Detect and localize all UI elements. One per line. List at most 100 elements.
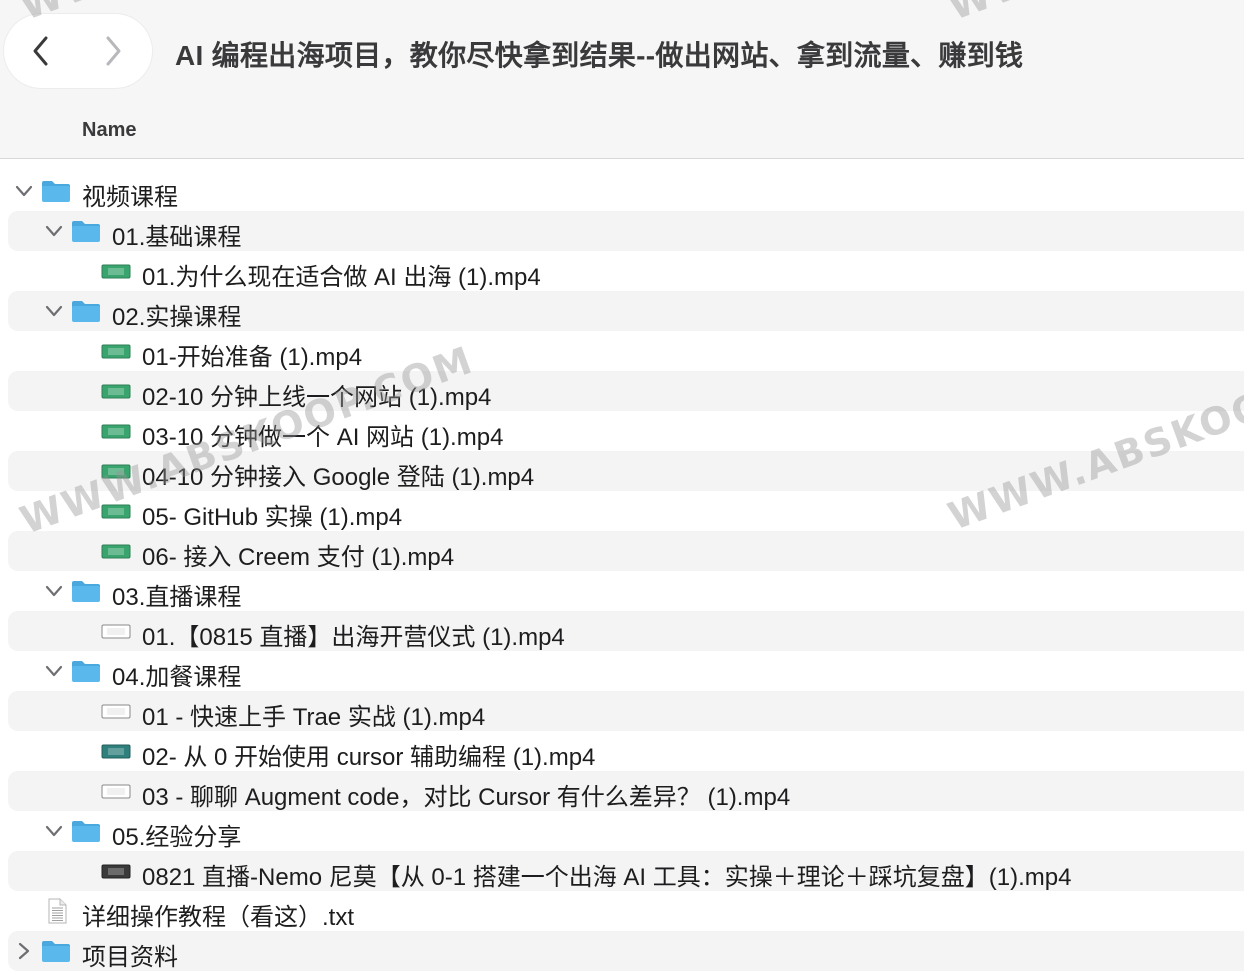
video-file-icon: [101, 424, 131, 439]
row-label: 05.经验分享: [112, 824, 242, 851]
chevron-right-icon: [18, 942, 30, 960]
file-row[interactable]: 03 - 聊聊 Augment code，对比 Cursor 有什么差异？ (1…: [0, 771, 1244, 811]
row-label: 02-10 分钟上线一个网站 (1).mp4: [142, 384, 492, 411]
video-file-icon: [101, 744, 131, 759]
video-file-icon: [101, 784, 131, 799]
chevron-left-icon: [33, 36, 48, 66]
disclosure-toggle[interactable]: [44, 821, 64, 841]
row-icon: [70, 578, 102, 604]
row-label: 01-开始准备 (1).mp4: [142, 344, 363, 371]
chevron-down-icon: [45, 225, 63, 237]
row-icon: [100, 378, 132, 404]
row-label: 02- 从 0 开始使用 cursor 辅助编程 (1).mp4: [142, 744, 596, 771]
row-icon: [100, 338, 132, 364]
video-file-icon: [101, 384, 131, 399]
file-row[interactable]: 01 - 快速上手 Trae 实战 (1).mp4: [0, 691, 1244, 731]
row-label: 01.【0815 直播】出海开营仪式 (1).mp4: [142, 624, 565, 651]
folder-icon: [72, 301, 100, 322]
disclosure-toggle[interactable]: [14, 941, 34, 961]
row-icon: [70, 218, 102, 244]
row-label: 01 - 快速上手 Trae 实战 (1).mp4: [142, 704, 486, 731]
folder-row[interactable]: 项目资料: [0, 931, 1244, 971]
file-row[interactable]: 详细操作教程（看这）.txt: [0, 891, 1244, 931]
row-label: 02.实操课程: [112, 304, 242, 331]
file-row[interactable]: 04-10 分钟接入 Google 登陆 (1).mp4: [0, 451, 1244, 491]
row-icon: [100, 778, 132, 804]
disclosure-toggle[interactable]: [44, 581, 64, 601]
file-row[interactable]: 05- GitHub 实操 (1).mp4: [0, 491, 1244, 531]
row-icon: [100, 498, 132, 524]
row-label: 03.直播课程: [112, 584, 242, 611]
folder-icon: [72, 221, 100, 242]
video-file-icon: [101, 464, 131, 479]
folder-row[interactable]: 视频课程: [0, 171, 1244, 211]
folder-row[interactable]: 01.基础课程: [0, 211, 1244, 251]
row-label: 04-10 分钟接入 Google 登陆 (1).mp4: [142, 464, 535, 491]
file-row[interactable]: 06- 接入 Creem 支付 (1).mp4: [0, 531, 1244, 571]
row-icon: [70, 818, 102, 844]
folder-row[interactable]: 02.实操课程: [0, 291, 1244, 331]
chevron-down-icon: [45, 825, 63, 837]
disclosure-toggle[interactable]: [44, 221, 64, 241]
folder-icon: [72, 581, 100, 602]
file-row[interactable]: 0821 直播-Nemo 尼莫【从 0-1 搭建一个出海 AI 工具：实操＋理论…: [0, 851, 1244, 891]
file-list: 视频课程 01.基础课程 01.为什么现在适合做 AI 出海 (1).mp4 02.实…: [0, 171, 1244, 971]
file-row[interactable]: 01.【0815 直播】出海开营仪式 (1).mp4: [0, 611, 1244, 651]
folder-row[interactable]: 04.加餐课程: [0, 651, 1244, 691]
file-row[interactable]: 01-开始准备 (1).mp4: [0, 331, 1244, 371]
row-icon: [70, 298, 102, 324]
disclosure-toggle[interactable]: [44, 301, 64, 321]
folder-icon: [72, 661, 100, 682]
row-icon: [100, 458, 132, 484]
row-icon: [40, 898, 72, 924]
video-file-icon: [101, 864, 131, 879]
file-row[interactable]: 02- 从 0 开始使用 cursor 辅助编程 (1).mp4: [0, 731, 1244, 771]
video-file-icon: [101, 704, 131, 719]
file-row[interactable]: 01.为什么现在适合做 AI 出海 (1).mp4: [0, 251, 1244, 291]
window-toolbar: AI 编程出海项目，教你尽快拿到结果--做出网站、拿到流量、赚到钱: [0, 0, 1244, 105]
row-icon: [40, 938, 72, 964]
video-file-icon: [101, 624, 131, 639]
folder-icon: [42, 181, 70, 202]
row-label: 03-10 分钟做一个 AI 网站 (1).mp4: [142, 424, 504, 451]
row-label: 01.基础课程: [112, 224, 242, 251]
folder-row[interactable]: 05.经验分享: [0, 811, 1244, 851]
row-label: 06- 接入 Creem 支付 (1).mp4: [142, 544, 455, 571]
chevron-right-icon: [106, 36, 121, 66]
chevron-down-icon: [45, 665, 63, 677]
video-file-icon: [101, 264, 131, 279]
row-icon: [70, 658, 102, 684]
row-label: 项目资料: [82, 944, 178, 971]
row-label: 05- GitHub 实操 (1).mp4: [142, 504, 403, 531]
file-row[interactable]: 03-10 分钟做一个 AI 网站 (1).mp4: [0, 411, 1244, 451]
video-file-icon: [101, 344, 131, 359]
folder-icon: [72, 821, 100, 842]
video-file-icon: [101, 504, 131, 519]
name-column-header[interactable]: Name: [82, 119, 136, 142]
row-icon: [100, 258, 132, 284]
file-row[interactable]: 02-10 分钟上线一个网站 (1).mp4: [0, 371, 1244, 411]
disclosure-toggle[interactable]: [14, 181, 34, 201]
folder-icon: [42, 941, 70, 962]
row-icon: [100, 418, 132, 444]
row-label: 详细操作教程（看这）.txt: [82, 904, 355, 931]
row-icon: [100, 618, 132, 644]
video-file-icon: [101, 544, 131, 559]
row-label: 视频课程: [82, 184, 178, 211]
row-label: 04.加餐课程: [112, 664, 242, 691]
row-icon: [100, 698, 132, 724]
row-icon: [40, 178, 72, 204]
row-icon: [100, 858, 132, 884]
forward-button[interactable]: [76, 14, 150, 88]
text-document-icon: [48, 898, 67, 924]
chevron-down-icon: [45, 585, 63, 597]
row-label: 03 - 聊聊 Augment code，对比 Cursor 有什么差异？ (1…: [142, 784, 791, 811]
folder-row[interactable]: 03.直播课程: [0, 571, 1244, 611]
disclosure-toggle[interactable]: [44, 661, 64, 681]
chevron-down-icon: [45, 305, 63, 317]
back-button[interactable]: [4, 14, 78, 88]
chevron-down-icon: [15, 185, 33, 197]
row-label: 01.为什么现在适合做 AI 出海 (1).mp4: [142, 264, 541, 291]
row-label: 0821 直播-Nemo 尼莫【从 0-1 搭建一个出海 AI 工具：实操＋理论…: [142, 864, 1072, 891]
row-icon: [100, 538, 132, 564]
